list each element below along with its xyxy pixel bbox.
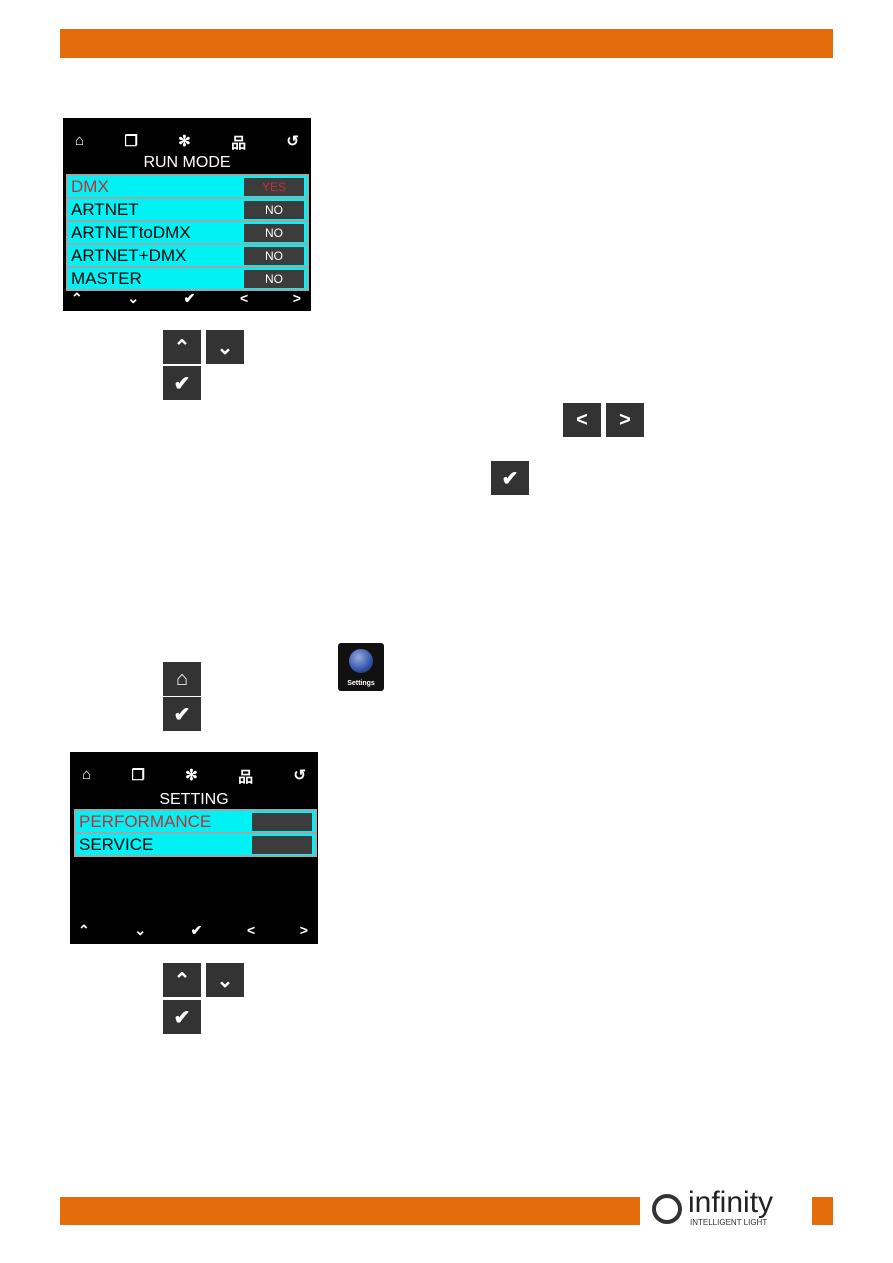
asterisk-icon: ✻ (185, 767, 198, 784)
layers-icon: ❐ (124, 133, 138, 150)
item-value (252, 836, 312, 854)
logo-wordmark: infinity (688, 1186, 774, 1219)
up-icon: ⌃ (173, 336, 191, 359)
down-button: ⌄ (206, 330, 244, 364)
list-item[interactable]: DMX YES (68, 176, 307, 197)
check-icon: ✔ (173, 372, 191, 395)
back-icon: ↺ (293, 767, 306, 784)
logo-subtext: INTELLIGENT LIGHT (690, 1218, 768, 1227)
asterisk-icon: ✻ (178, 133, 191, 150)
left-button: < (563, 403, 601, 437)
header-bar (60, 29, 833, 58)
settings-icon-label: Settings (347, 680, 375, 687)
check-button: ✔ (491, 461, 529, 495)
left-icon: < (576, 408, 588, 431)
run-mode-screen: ⌂ ❐ ✻ 品 ↺ RUN MODE DMX YES ARTNET NO ARTNE… (63, 118, 311, 311)
item-value: NO (244, 201, 304, 219)
list-item[interactable]: MASTER NO (68, 268, 307, 289)
down-icon: ⌄ (127, 290, 140, 306)
up-button: ⌃ (163, 330, 201, 364)
home-icon: ⌂ (175, 667, 189, 690)
down-icon: ⌄ (216, 969, 234, 992)
up-icon: ⌃ (78, 922, 90, 938)
check-icon: ✔ (190, 922, 203, 938)
down-icon: ⌄ (216, 336, 234, 359)
down-button: ⌄ (206, 963, 244, 997)
check-icon: ✔ (173, 703, 191, 726)
right-icon: > (619, 408, 631, 431)
setting-screen: ⌂ ❐ ✻ 品 ↺ SETTING PERFORMANCE SERVICE ⌃ … (70, 752, 318, 944)
item-value: NO (244, 247, 304, 265)
list-item[interactable]: ARTNET+DMX NO (68, 245, 307, 266)
gear-icon (349, 649, 373, 673)
item-label: PERFORMANCE (79, 812, 212, 831)
footer-bar (60, 1197, 640, 1225)
left-icon: < (246, 922, 256, 938)
logo-knot-icon (652, 1194, 682, 1224)
right-button: > (606, 403, 644, 437)
item-label: ARTNET+DMX (71, 246, 187, 265)
list-item[interactable]: PERFORMANCE (76, 811, 315, 832)
back-icon: ↺ (286, 133, 299, 150)
screen-title: SETTING (159, 791, 229, 808)
check-button: ✔ (163, 697, 201, 731)
check-icon: ✔ (173, 1006, 191, 1029)
item-label: ARTNET (71, 200, 139, 219)
check-icon: ✔ (183, 290, 196, 306)
list-item[interactable]: ARTNETtoDMX NO (68, 222, 307, 243)
screen-title: RUN MODE (143, 154, 231, 171)
item-value: NO (244, 270, 304, 288)
up-button: ⌃ (163, 963, 201, 997)
up-icon: ⌃ (71, 290, 83, 306)
home-button: ⌂ (163, 662, 201, 696)
network-icon: 品 (231, 135, 247, 152)
right-icon: > (299, 922, 308, 938)
list-item[interactable]: ARTNET NO (68, 199, 307, 220)
list-item[interactable]: SERVICE (76, 834, 315, 855)
footer-bar-end (812, 1197, 833, 1225)
item-label: ARTNETtoDMX (71, 223, 191, 242)
up-icon: ⌃ (173, 969, 191, 992)
home-icon: ⌂ (82, 766, 92, 783)
item-value: YES (244, 178, 304, 196)
check-button: ✔ (163, 1000, 201, 1034)
item-label: MASTER (71, 269, 142, 288)
network-icon: 品 (238, 769, 254, 786)
check-icon: ✔ (501, 467, 519, 490)
right-icon: > (292, 290, 301, 306)
settings-app-icon: Settings (338, 643, 384, 691)
down-icon: ⌄ (134, 922, 147, 938)
item-label: SERVICE (79, 835, 154, 854)
left-icon: < (239, 290, 249, 306)
layers-icon: ❐ (131, 767, 145, 784)
home-icon: ⌂ (75, 132, 85, 149)
check-button: ✔ (163, 366, 201, 400)
item-value (252, 813, 312, 831)
infinity-logo: infinity INTELLIGENT LIGHT (650, 1186, 810, 1230)
item-value: NO (244, 224, 304, 242)
item-label: DMX (71, 177, 109, 196)
